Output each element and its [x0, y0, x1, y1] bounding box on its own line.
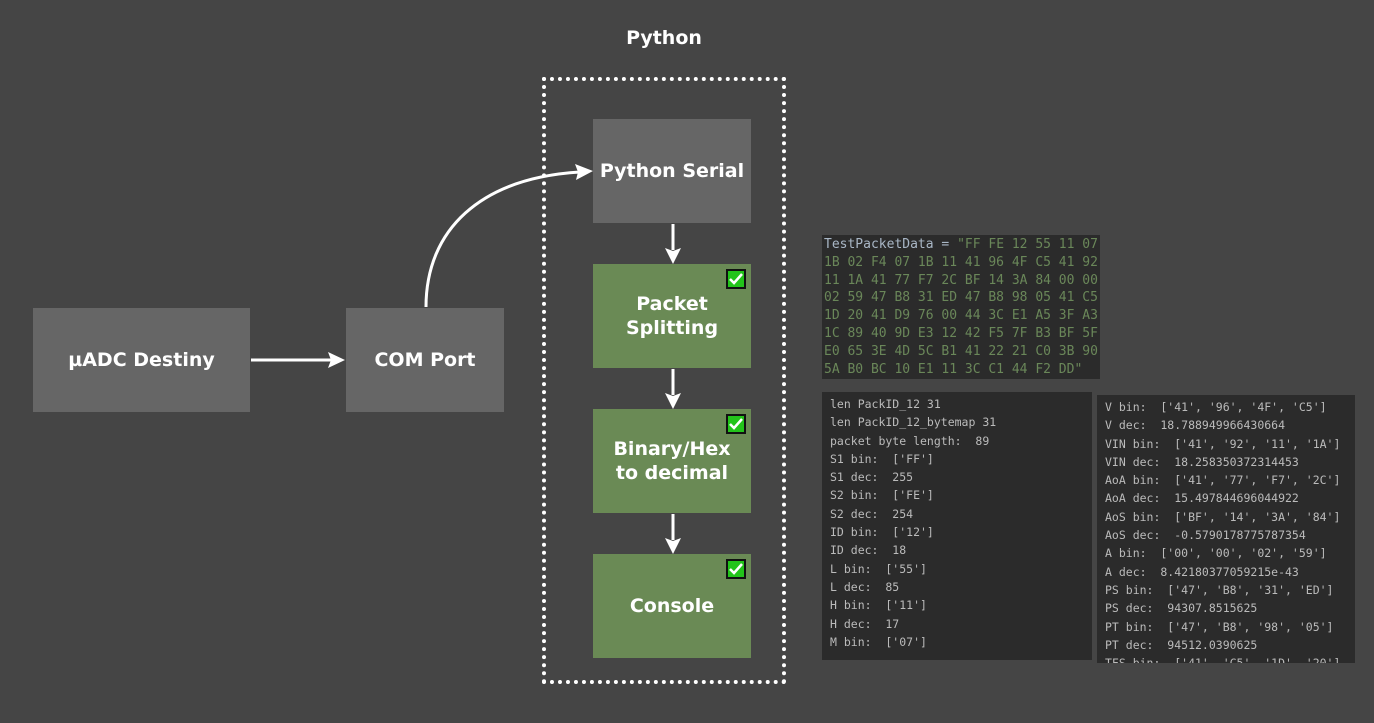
console-line: len PackID_12 31: [830, 397, 941, 411]
console-line: ID bin: ['12']: [830, 525, 934, 540]
node-console: Console: [593, 554, 751, 658]
console-line: TFS bin: ['41', 'C5', '1D', '20']: [1105, 654, 1347, 663]
console-line: S1 dec: 255: [830, 470, 914, 485]
code-line: 02 59 47 B8 31 ED 47 B8 98 05 41 C5: [824, 290, 1098, 306]
console-line: PT bin: ['47', 'B8', '98', '05']: [1105, 619, 1334, 634]
console-line: S2 bin: ['FE']: [830, 488, 934, 503]
arrowhead: [665, 538, 681, 554]
code-operator: =: [933, 237, 958, 252]
code-line: 5A B0 BC 10 E1 11 3C C1 44 F2 DD": [824, 361, 1083, 377]
node-label: Packet Splitting: [625, 293, 719, 339]
arrowhead: [665, 248, 681, 264]
console-line: AoS bin: ['BF', '14', '3A', '84']: [1105, 509, 1341, 524]
console-line: PS bin: ['47', 'B8', '31', 'ED']: [1105, 582, 1334, 597]
console-line: AoS dec: -0.5790178775787354: [1105, 528, 1306, 543]
node-binary-hex-to-decimal: Binary/Hex to decimal: [593, 409, 751, 513]
arrowhead: [665, 393, 681, 409]
code-line: E0 65 3E 4D 5C B1 41 22 21 C0 3B 90: [824, 343, 1098, 359]
node-com-port: COM Port: [346, 308, 504, 412]
node-label: µADC Destiny: [68, 349, 215, 371]
code-line: "FF FE 12 55 11 07: [957, 237, 1098, 252]
checkmark-icon: [726, 559, 746, 579]
code-line: 1D 20 41 D9 76 00 44 3C E1 A5 3F A3: [824, 308, 1098, 324]
code-variable: TestPacketData: [824, 237, 934, 252]
node-label: Console: [629, 595, 715, 617]
console-line: S1 bin: ['FF']: [830, 451, 934, 466]
edge-com-serial: [424, 170, 581, 308]
console-line: M bin: ['07']: [830, 634, 927, 649]
console-line: S2 dec: 254: [830, 506, 914, 521]
console-output-1: len PackID_12 31 len PackID_12_bytemap 31…: [822, 392, 1092, 660]
code-line: 11 1A 41 77 F7 2C BF 14 3A 84 00 00: [824, 272, 1098, 288]
console-line: packet byte length: 89: [830, 433, 990, 448]
node-uadc-destiny: µADC Destiny: [33, 308, 250, 412]
console-output-2: V bin: ['41', '96', '4F', 'C5'] V dec: 18…: [1097, 395, 1355, 663]
console-line: H bin: ['11']: [830, 598, 927, 613]
checkmark-icon: [726, 269, 746, 289]
console-line: VIN dec: 18.258350372314453: [1105, 454, 1299, 469]
node-label: COM Port: [374, 349, 476, 371]
console-line: AoA bin: ['41', '77', 'F7', '2C']: [1105, 473, 1341, 488]
node-python-serial: Python Serial: [593, 119, 751, 223]
test-packet-code-snippet: TestPacketData = "FF FE 12 55 11 07 1B 0…: [822, 235, 1100, 380]
code-line: 1C 89 40 9D E3 12 42 F5 7F B3 BF 5F: [824, 325, 1098, 341]
console-line: V dec: 18.788949966430664: [1105, 418, 1286, 433]
console-line: L dec: 85: [830, 579, 900, 594]
console-line: VIN bin: ['41', '92', '11', '1A']: [1105, 436, 1341, 451]
console-line: L bin: ['55']: [830, 561, 927, 576]
console-line: H dec: 17: [830, 616, 900, 631]
console-line: A dec: 8.42180377059215e-43: [1105, 564, 1299, 579]
checkmark-icon: [726, 414, 746, 434]
console-line: V bin: ['41', '96', '4F', 'C5']: [1105, 400, 1327, 414]
console-line: A bin: ['00', '00', '02', '59']: [1105, 546, 1327, 561]
code-string: "FF FE 12 55 11 07 1B 02 F4 07 1B 11 41 …: [824, 237, 1098, 377]
node-packet-splitting: Packet Splitting: [593, 264, 751, 368]
code-line: 1B 02 F4 07 1B 11 41 96 4F C5 41 92: [824, 254, 1098, 270]
node-label: Binary/Hex to decimal: [613, 438, 731, 484]
console-line: PS dec: 94307.8515625: [1105, 601, 1258, 616]
node-label: Python Serial: [599, 160, 745, 182]
console-line: PT dec: 94512.0390625: [1105, 637, 1258, 652]
console-line: ID dec: 18: [830, 543, 907, 558]
console-line: len PackID_12_bytemap 31: [830, 415, 997, 430]
console-line: AoA dec: 15.497844696044922: [1105, 491, 1299, 506]
